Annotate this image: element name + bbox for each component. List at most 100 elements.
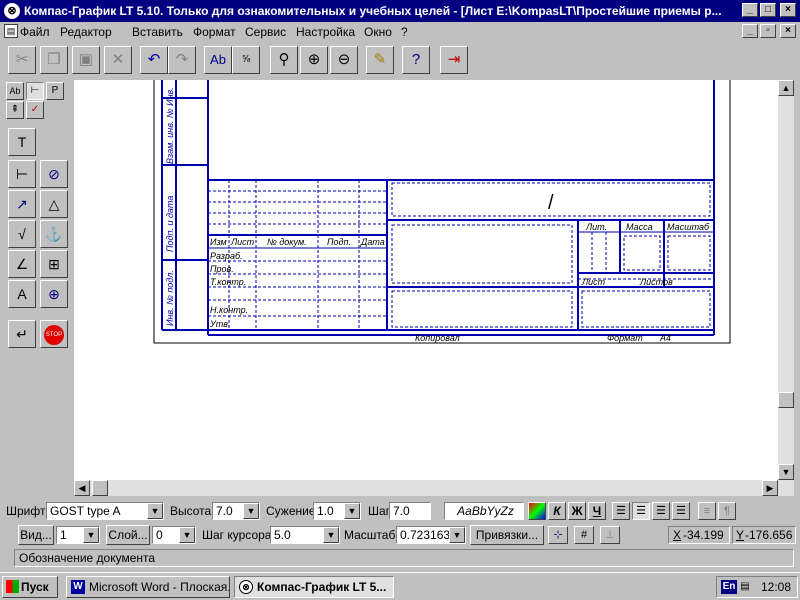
y-label: Y — [736, 528, 745, 542]
paragraph-icon[interactable]: ¶ — [718, 502, 736, 520]
close-button[interactable]: × — [780, 3, 796, 17]
title-bar[interactable]: ⊗ Компас-График LT 5.10. Только для озна… — [0, 0, 800, 22]
ortho-icon[interactable]: ⊥ — [600, 526, 620, 544]
tab-measure[interactable]: ✓ — [26, 101, 44, 119]
document-icon[interactable]: ▤ — [4, 24, 18, 38]
snaps-button[interactable]: Привязки... — [470, 525, 544, 545]
horizontal-scrollbar[interactable]: ◀ ▶ — [74, 480, 778, 496]
language-indicator[interactable]: En — [721, 580, 737, 594]
start-button[interactable]: Пуск — [2, 576, 58, 598]
layer-button[interactable]: Слой... — [106, 525, 150, 545]
text-tool-icon[interactable]: T — [8, 128, 36, 156]
refresh-icon[interactable]: ✎ — [366, 46, 394, 74]
doc-close-button[interactable]: × — [780, 24, 796, 38]
menu-insert[interactable]: Вставить — [132, 25, 183, 39]
designation-mark: / — [548, 192, 554, 214]
row-label-utv: Утв. — [209, 319, 230, 329]
tolerance-icon[interactable]: ⊞ — [40, 250, 68, 278]
text-style-icon[interactable]: Ab — [204, 46, 232, 74]
angular-dim-icon[interactable]: △ — [40, 190, 68, 218]
maximize-button[interactable]: □ — [760, 3, 776, 17]
tab-dimensions[interactable]: ⊢ — [26, 82, 44, 100]
radial-dim-icon[interactable]: ↗ — [8, 190, 36, 218]
cut-icon[interactable]: ✂ — [8, 46, 36, 74]
menu-edit[interactable]: Редактор — [60, 25, 112, 39]
stop-icon[interactable]: STOP — [40, 320, 68, 348]
task-kompas[interactable]: ⊗ Компас-График LT 5... — [234, 576, 394, 598]
status-text: Обозначение документа — [14, 549, 794, 567]
view-button[interactable]: Вид... — [18, 525, 54, 545]
windows-logo-icon — [6, 580, 19, 593]
tab-edit[interactable]: P — [46, 82, 64, 100]
menu-window[interactable]: Окно — [364, 25, 392, 39]
fraction-icon[interactable]: ⅝ — [232, 46, 260, 74]
enter-icon[interactable]: ↵ — [8, 320, 36, 348]
cursor-step-dropdown-icon[interactable]: ▼ — [323, 527, 339, 543]
zoom-icon[interactable]: ⚲ — [270, 46, 298, 74]
tab-geometry[interactable]: Ab — [6, 82, 24, 100]
horizontal-scroll-thumb[interactable] — [92, 480, 108, 496]
zoom-in-icon[interactable]: ⊕ — [300, 46, 328, 74]
scale-label: Масштаб — [344, 528, 396, 542]
axis-icon[interactable]: ⊕ — [40, 280, 68, 308]
font-label: Шрифт — [6, 504, 46, 518]
narrow-dropdown-icon[interactable]: ▼ — [344, 503, 360, 519]
menu-settings[interactable]: Настройка — [296, 25, 355, 39]
drawing-canvas[interactable]: Взам. инв. № Инв. Подп. и дата Инв. № по… — [74, 80, 778, 480]
height-dropdown-icon[interactable]: ▼ — [243, 503, 259, 519]
side-label-sign: Подп. и дата — [165, 196, 175, 252]
task-word[interactable]: W Microsoft Word - Плоская... — [66, 576, 230, 598]
font-dropdown-icon[interactable]: ▼ — [147, 503, 163, 519]
exit-icon[interactable]: ⇥ — [440, 46, 468, 74]
arrow-view-icon[interactable]: A — [8, 280, 36, 308]
bold-button[interactable]: Ж — [568, 502, 586, 520]
linear-dim-icon[interactable]: ⊢ — [8, 160, 36, 188]
app-icon[interactable]: ⊗ — [4, 3, 20, 19]
view-bar: Вид... 1 ▼ Слой... 0 ▼ Шаг курсора 5.0 ▼… — [0, 523, 800, 547]
vertical-scrollbar[interactable]: ▲ ▼ — [778, 80, 794, 496]
main-toolbar: ✂ ❐ ▣ ✕ ↶ ↷ Ab ⅝ ⚲ ⊕ ⊖ ✎ ? ⇥ — [0, 42, 800, 78]
zoom-out-icon[interactable]: ⊖ — [330, 46, 358, 74]
tab-params[interactable]: ⇞ — [6, 101, 24, 119]
menu-service[interactable]: Сервис — [245, 25, 286, 39]
layer-dropdown-icon[interactable]: ▼ — [179, 527, 195, 543]
vertical-scroll-thumb[interactable] — [778, 392, 794, 408]
leader-icon[interactable]: ∠ — [8, 250, 36, 278]
undo-icon[interactable]: ↶ — [140, 46, 168, 74]
list-icon[interactable]: ≡ — [698, 502, 716, 520]
italic-button[interactable]: К — [548, 502, 566, 520]
align-justify-icon[interactable]: ☰ — [672, 502, 690, 520]
step-input[interactable]: 7.0 — [389, 502, 431, 520]
tray-icon[interactable]: ▤ — [739, 580, 751, 594]
diameter-dim-icon[interactable]: ⊘ — [40, 160, 68, 188]
label-massa: Масса — [626, 222, 653, 232]
delete-icon[interactable]: ✕ — [104, 46, 132, 74]
align-left-icon[interactable]: ☰ — [612, 502, 630, 520]
label-format: Формат — [607, 333, 643, 343]
doc-minimize-button[interactable]: _ — [742, 24, 758, 38]
redo-icon[interactable]: ↷ — [168, 46, 196, 74]
doc-restore-button[interactable]: ▫ — [760, 24, 776, 38]
base-icon[interactable]: ⚓ — [40, 220, 68, 248]
paste-icon[interactable]: ▣ — [72, 46, 100, 74]
color-icon[interactable] — [528, 502, 546, 520]
menu-file[interactable]: Файл — [20, 25, 50, 39]
copy-icon[interactable]: ❐ — [40, 46, 68, 74]
scroll-up-icon[interactable]: ▲ — [778, 80, 794, 96]
align-center-icon[interactable]: ☰ — [632, 502, 650, 520]
underline-button[interactable]: Ч — [588, 502, 606, 520]
scroll-down-icon[interactable]: ▼ — [778, 464, 794, 480]
roughness-icon[interactable]: √ — [8, 220, 36, 248]
cursor-step-label: Шаг курсора — [202, 528, 272, 542]
menu-help[interactable]: ? — [401, 25, 408, 39]
scale-dropdown-icon[interactable]: ▼ — [449, 527, 465, 543]
help-pointer-icon[interactable]: ? — [402, 46, 430, 74]
snap-grid-icon[interactable]: ⊹ — [548, 526, 568, 544]
scroll-right-icon[interactable]: ▶ — [762, 480, 778, 496]
menu-format[interactable]: Формат — [193, 25, 236, 39]
scroll-left-icon[interactable]: ◀ — [74, 480, 90, 496]
align-right-icon[interactable]: ☰ — [652, 502, 670, 520]
grid-icon[interactable]: # — [574, 526, 594, 544]
minimize-button[interactable]: _ — [742, 3, 758, 17]
view-dropdown-icon[interactable]: ▼ — [83, 527, 99, 543]
